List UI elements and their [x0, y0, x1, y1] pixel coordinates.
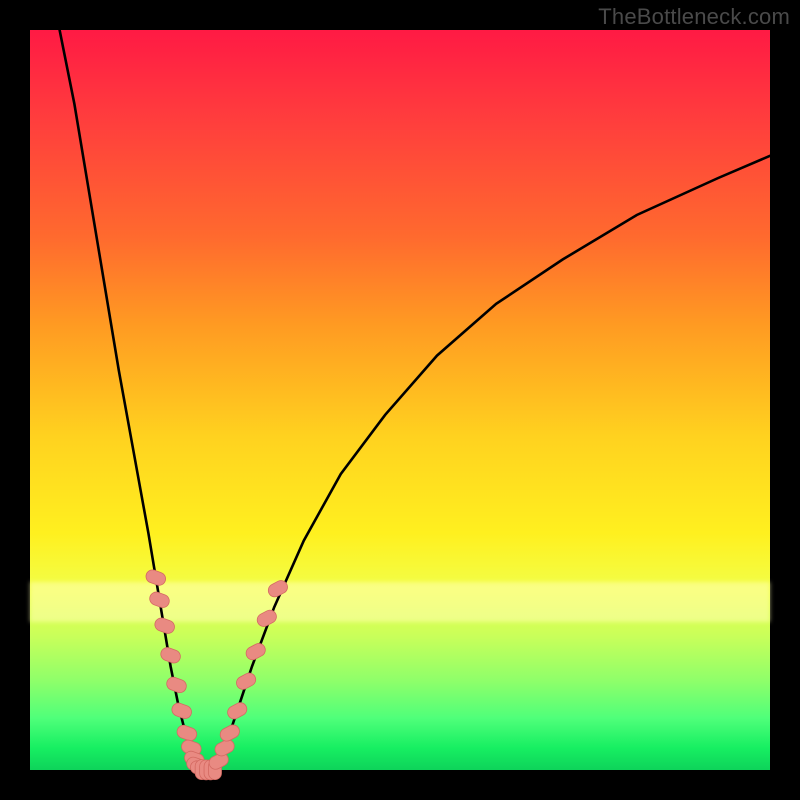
- plot-area: [30, 30, 770, 770]
- watermark-text: TheBottleneck.com: [598, 4, 790, 30]
- data-marker: [234, 671, 258, 692]
- chart-svg: [30, 30, 770, 770]
- data-marker: [218, 723, 242, 744]
- data-marker: [153, 616, 176, 635]
- curve-right-branch: [215, 156, 770, 770]
- data-marker: [175, 723, 198, 742]
- data-marker: [165, 675, 188, 694]
- data-marker: [170, 701, 193, 720]
- data-marker: [255, 608, 279, 629]
- data-marker: [148, 590, 171, 609]
- data-marker: [244, 641, 268, 662]
- data-markers: [144, 568, 290, 780]
- data-marker: [225, 700, 249, 721]
- chart-frame: TheBottleneck.com: [0, 0, 800, 800]
- data-marker: [159, 646, 182, 665]
- data-marker: [144, 568, 167, 587]
